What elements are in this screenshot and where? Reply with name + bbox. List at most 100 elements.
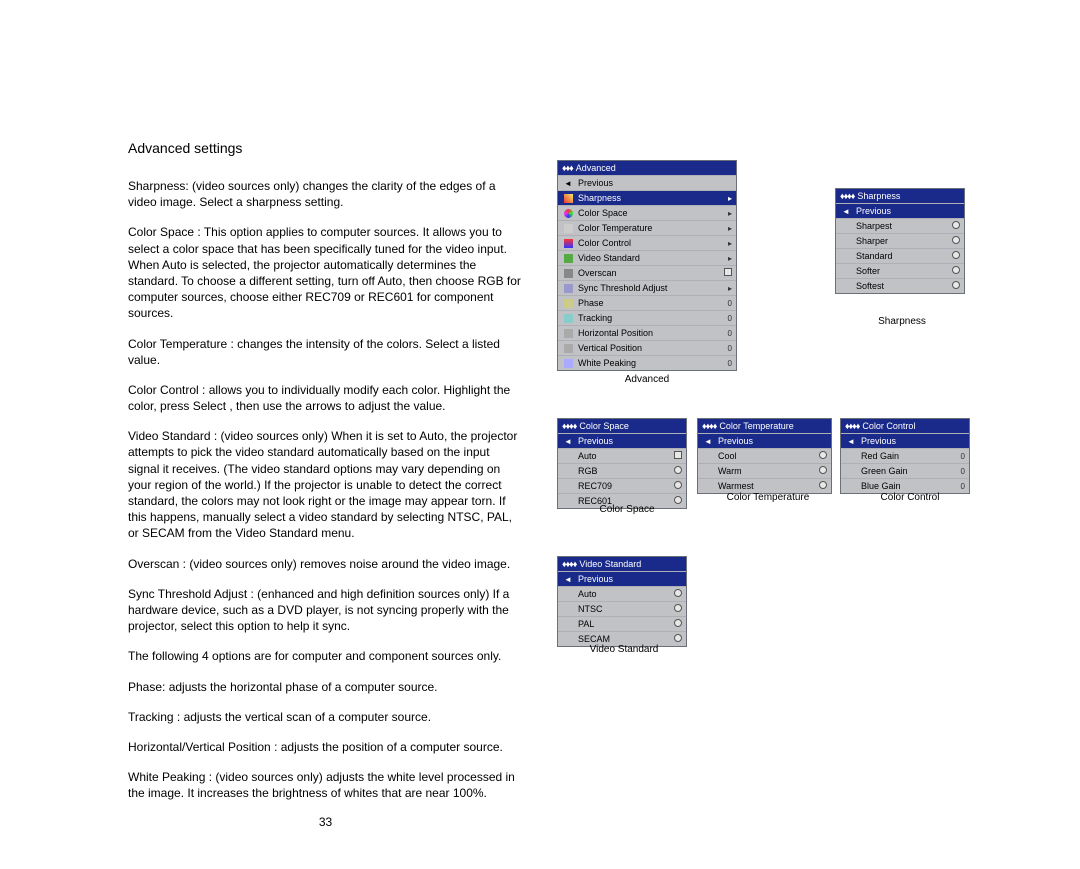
- menu-item[interactable]: Color Temperature▸: [558, 220, 736, 235]
- menu-item-label: Warm: [718, 466, 811, 476]
- menu-item[interactable]: Standard: [836, 248, 964, 263]
- menu-item-indicator: ▸: [720, 239, 732, 248]
- menu-title: ♦♦♦♦Video Standard: [558, 557, 686, 571]
- menu-item-label: Previous: [578, 574, 666, 584]
- menu-item-indicator: [948, 251, 960, 261]
- previous-icon: ◄: [562, 436, 574, 446]
- caption-advanced: Advanced: [607, 374, 687, 385]
- menu-item-indicator: [948, 236, 960, 246]
- caption-sharpness: Sharpness: [867, 316, 937, 327]
- menu-item-indicator: [815, 481, 827, 491]
- os-icon: [562, 268, 574, 278]
- menu-item-indicator: 0: [720, 329, 732, 338]
- menu-title: ♦♦♦♦Color Space: [558, 419, 686, 433]
- menu-item-label: White Peaking: [578, 358, 716, 368]
- para-tracking: Tracking : adjusts the vertical scan of …: [128, 709, 523, 725]
- menu-item-indicator: 0: [953, 467, 965, 476]
- menu-item-label: SECAM: [578, 634, 666, 644]
- menu-item[interactable]: Auto: [558, 448, 686, 463]
- menu-item[interactable]: Sharpest: [836, 218, 964, 233]
- menu-item[interactable]: Sync Threshold Adjust▸: [558, 280, 736, 295]
- menu-item-indicator: 0: [720, 299, 732, 308]
- cs-icon: [562, 208, 574, 218]
- menu-item[interactable]: Sharpness▸: [558, 190, 736, 205]
- menu-item[interactable]: Blue Gain 0: [841, 478, 969, 493]
- menu-item-indicator: [670, 634, 682, 644]
- menu-item-label: Color Control: [578, 238, 716, 248]
- menu-color-temperature: ♦♦♦♦Color Temperature◄PreviousCoolWarmWa…: [697, 418, 832, 494]
- menu-item-label: Cool: [718, 451, 811, 461]
- menu-item[interactable]: Sharper: [836, 233, 964, 248]
- menu-title: ♦♦♦♦Color Control: [841, 419, 969, 433]
- menu-item[interactable]: Red Gain 0: [841, 448, 969, 463]
- para-color-control: Color Control : allows you to individual…: [128, 382, 523, 414]
- menu-item[interactable]: Cool: [698, 448, 831, 463]
- menu-item-indicator: [670, 451, 682, 461]
- menu-item-label: Softer: [856, 266, 944, 276]
- menu-video-standard: ♦♦♦♦Video Standard◄PreviousAuto NTSC PAL SE…: [557, 556, 687, 647]
- para-color-temperature: Color Temperature : changes the intensit…: [128, 336, 523, 368]
- hp-icon: [562, 328, 574, 338]
- menu-item-label: REC709: [578, 481, 666, 491]
- menu-item[interactable]: Green Gain0: [841, 463, 969, 478]
- menu-item[interactable]: ◄Previous: [841, 433, 969, 448]
- menu-item[interactable]: NTSC: [558, 601, 686, 616]
- menu-item-label: Softest: [856, 281, 944, 291]
- menu-item[interactable]: Color Space ▸: [558, 205, 736, 220]
- menu-item-indicator: ▸: [720, 209, 732, 218]
- menu-item[interactable]: PAL: [558, 616, 686, 631]
- menu-item-indicator: [670, 589, 682, 599]
- menu-item[interactable]: RGB: [558, 463, 686, 478]
- menu-item-label: PAL: [578, 619, 666, 629]
- menu-item-indicator: 0: [953, 452, 965, 461]
- menu-item[interactable]: ◄Previous: [558, 175, 736, 190]
- menu-item[interactable]: REC709: [558, 478, 686, 493]
- menu-item[interactable]: Horizontal Position0: [558, 325, 736, 340]
- menu-item-label: Red Gain: [861, 451, 949, 461]
- wp-icon: [562, 358, 574, 368]
- menu-item-label: Blue Gain: [861, 481, 949, 491]
- para-video-standard: Video Standard : (video sources only) Wh…: [128, 428, 523, 541]
- para-color-space: Color Space : This option applies to com…: [128, 224, 523, 321]
- previous-icon: ◄: [840, 206, 852, 216]
- menu-sharpness: ♦♦♦♦Sharpness◄PreviousSharpestSharperSta…: [835, 188, 965, 294]
- menu-item-indicator: 0: [953, 482, 965, 491]
- menu-item-label: Warmest: [718, 481, 811, 491]
- menu-item[interactable]: ◄Previous: [698, 433, 831, 448]
- menu-item[interactable]: Softer: [836, 263, 964, 278]
- menu-item-indicator: [815, 451, 827, 461]
- menu-item[interactable]: ◄ Previous: [558, 433, 686, 448]
- menu-item-label: Auto: [578, 451, 666, 461]
- menu-item[interactable]: Warmest: [698, 478, 831, 493]
- vp-icon: [562, 343, 574, 353]
- menu-item[interactable]: ◄Previous: [558, 571, 686, 586]
- menu-item-label: Color Space: [578, 208, 716, 218]
- menu-title: ♦♦♦Advanced: [558, 161, 736, 175]
- menu-item-label: Sharpness: [578, 193, 716, 203]
- menu-item[interactable]: Phase0: [558, 295, 736, 310]
- prev-icon: ◄: [562, 178, 574, 188]
- text-column: Advanced settings Sharpness: (video sour…: [128, 140, 523, 829]
- menu-item-label: NTSC: [578, 604, 666, 614]
- menu-item[interactable]: Vertical Position0: [558, 340, 736, 355]
- para-overscan: Overscan : (video sources only) removes …: [128, 556, 523, 572]
- menu-item[interactable]: Auto: [558, 586, 686, 601]
- menu-item[interactable]: Warm: [698, 463, 831, 478]
- menu-item[interactable]: Overscan: [558, 265, 736, 280]
- menu-item[interactable]: ◄Previous: [836, 203, 964, 218]
- menu-item[interactable]: White Peaking0: [558, 355, 736, 370]
- caption-color-space: Color Space: [587, 504, 667, 515]
- previous-icon: ◄: [702, 436, 714, 446]
- menu-item-label: Overscan: [578, 268, 716, 278]
- menu-item-indicator: [720, 268, 732, 278]
- menu-item[interactable]: Softest: [836, 278, 964, 293]
- menu-item[interactable]: Tracking0: [558, 310, 736, 325]
- menu-item[interactable]: Color Control ▸: [558, 235, 736, 250]
- menu-item-indicator: [670, 466, 682, 476]
- menu-item-indicator: [815, 466, 827, 476]
- st-icon: [562, 283, 574, 293]
- menu-item-indicator: 0: [720, 344, 732, 353]
- caption-video-standard: Video Standard: [579, 644, 669, 655]
- menu-item-label: Previous: [578, 436, 666, 446]
- menu-item[interactable]: Video Standard▸: [558, 250, 736, 265]
